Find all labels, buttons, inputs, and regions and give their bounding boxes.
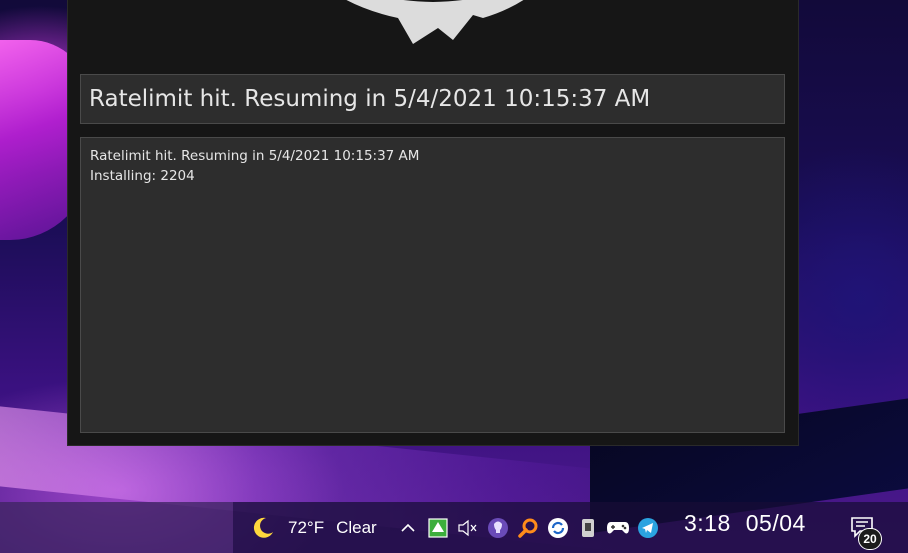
taskbar-search-area[interactable] <box>0 502 233 553</box>
taskbar-clock[interactable]: 3:18 05/04 <box>684 510 806 537</box>
lightbulb-icon[interactable] <box>483 513 513 543</box>
speaker-muted-icon[interactable] <box>453 513 483 543</box>
clock-date: 05/04 <box>745 510 806 536</box>
status-text: Ratelimit hit. Resuming in 5/4/2021 10:1… <box>80 74 785 124</box>
app-window: Ratelimit hit. Resuming in 5/4/2021 10:1… <box>68 0 798 445</box>
app-logo <box>346 0 524 44</box>
log-line: Installing: 2204 <box>90 168 195 184</box>
magnifier-icon[interactable] <box>513 513 543 543</box>
weather-temperature: 72°F <box>288 518 325 537</box>
clock-time: 3:18 <box>684 510 731 536</box>
device-icon[interactable] <box>573 513 603 543</box>
gamepad-icon[interactable] <box>603 513 633 543</box>
moon-icon <box>253 517 273 538</box>
weather-widget[interactable]: 72°F Clear <box>250 514 377 542</box>
notification-center-button[interactable]: 20 <box>846 512 890 550</box>
notification-count-badge: 20 <box>858 528 882 550</box>
system-tray <box>393 512 663 544</box>
log-output[interactable]: Ratelimit hit. Resuming in 5/4/2021 10:1… <box>80 137 785 433</box>
sync-icon[interactable] <box>543 513 573 543</box>
chevron-up-icon[interactable] <box>393 513 423 543</box>
green-up-arrow-icon[interactable] <box>423 513 453 543</box>
weather-condition: Clear <box>336 518 377 537</box>
log-line: Ratelimit hit. Resuming in 5/4/2021 10:1… <box>90 148 420 164</box>
telegram-icon[interactable] <box>633 513 663 543</box>
